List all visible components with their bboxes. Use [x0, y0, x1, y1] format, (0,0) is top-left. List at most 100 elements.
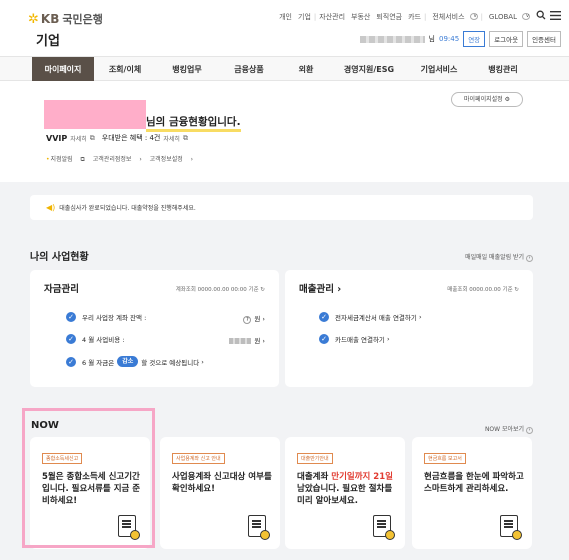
nav-products[interactable]: 금융상품: [218, 57, 280, 82]
help-icon: ?: [243, 316, 252, 324]
util-global[interactable]: GLOBAL v: [483, 13, 533, 21]
balance-unit: 원: [254, 315, 261, 323]
funds-meta-text: 계좌조회 0000.00.00 00:00 기준: [175, 287, 259, 293]
masked-username: [359, 35, 425, 43]
shortcut-label: 지점알림: [50, 156, 73, 163]
benefit-count: 우대받은 혜택 : 4건: [101, 134, 161, 142]
balance-label: 우리 사업장 계좌 잔액 :: [82, 314, 147, 322]
nav-mypage[interactable]: 마이페이지: [32, 57, 94, 82]
funds-card: 자금관리 계좌조회 0000.00.00 00:00 기준 ↻ ✓ 우리 사업장 …: [30, 270, 279, 387]
benefit-detail-link[interactable]: 자세히: [163, 134, 180, 143]
balance-amount[interactable]: ? 원 ›: [243, 313, 265, 324]
grade-badge: VVIP: [46, 133, 68, 143]
global-label: GLOBAL: [488, 12, 517, 21]
kb-logo[interactable]: ✲ KB 국민은행: [28, 11, 103, 27]
card-tag: 대출만기안내: [297, 453, 333, 464]
shortcut-branch-alert[interactable]: •지점알림 ⧉: [46, 156, 85, 163]
check-icon: ✓: [319, 334, 329, 344]
grade-detail-link[interactable]: 자세히: [70, 134, 87, 143]
sales-meta: 매출조회 0000.00.00 기준 ↻: [447, 285, 519, 293]
sales-alert-link[interactable]: 매일매일 매출알림 받기 ›: [465, 252, 533, 262]
now-card-loan-maturity[interactable]: 대출만기안내 대출계좌 만기일까지 21일 남았습니다. 필요한 절차를 미리 …: [285, 437, 405, 549]
nav-inquiry-transfer[interactable]: 조회/이체: [94, 57, 156, 82]
notice-banner[interactable]: ◀) 대출심사가 완료되었습니다. 대출약정을 진행해주세요.: [30, 195, 533, 220]
utility-links: 개인 기업 | 자산관리 부동산 퇴직연금 카드 | 전체서비스 v | GLOB…: [276, 10, 561, 23]
shortcut-links: •지점알림 ⧉ 고객관리점정보 › 고객정보설정 ›: [46, 154, 199, 164]
sales-card: 매출관리 › 매출조회 0000.00.00 기준 ↻ ✓ 전자세금계산서 매출 …: [285, 270, 533, 387]
tax-invoice-link-row[interactable]: ✓ 전자세금계산서 매출 연결하기 ›: [319, 312, 422, 322]
shortcut-profile-setting[interactable]: 고객정보설정 ›: [150, 156, 193, 163]
nav-forex[interactable]: 외환: [280, 57, 332, 82]
util-personal[interactable]: 개인: [276, 12, 295, 22]
search-icon[interactable]: [533, 10, 547, 23]
mypage-setting-button[interactable]: 마이페이지설정 ⚙: [451, 92, 523, 107]
site-subtitle: 기업: [36, 34, 60, 49]
chevron-down-icon: v: [469, 13, 478, 20]
nav-corp-service[interactable]: 기업서비스: [406, 57, 472, 82]
util-all-services[interactable]: 전체서비스 v: [426, 12, 480, 22]
cost-unit: 원: [254, 337, 261, 345]
forecast-suffix: 할 것으로 예상됩니다: [141, 358, 200, 367]
logout-button[interactable]: 로그아웃: [489, 31, 524, 47]
extend-session-button[interactable]: 연장: [463, 31, 486, 47]
search-badge: [512, 530, 522, 540]
now-card-cashflow[interactable]: 현금흐름 보고서 현금흐름을 한눈에 파악하고 스마트하게 관리하세요.: [412, 437, 532, 549]
cert-center-button[interactable]: 인증센터: [527, 31, 561, 47]
cost-row: ✓ 4 월 사업비용 :: [66, 334, 124, 344]
cost-label: 4 월 사업비용 :: [82, 336, 125, 344]
funds-title: 자금관리: [44, 284, 79, 295]
nav-management-esg[interactable]: 경영지원/ESG: [332, 57, 406, 82]
maturity-days: 만기일까지 21일: [331, 472, 393, 482]
util-card[interactable]: 카드: [405, 12, 424, 22]
util-wealth[interactable]: 자산관리: [316, 12, 348, 22]
dot-icon: •: [46, 156, 50, 163]
balance-row: ✓ 우리 사업장 계좌 잔액 :: [66, 312, 146, 322]
sales-title-label: 매출관리: [299, 284, 334, 295]
maturity-text-after: 남았습니다. 필요한 절차를 미리 알아보세요.: [297, 484, 393, 506]
sales-title[interactable]: 매출관리 ›: [299, 281, 341, 295]
top-header: ✲ KB 국민은행 기업 개인 기업 | 자산관리 부동산 퇴직연금 카드 | …: [0, 0, 569, 56]
menu-icon[interactable]: [547, 10, 561, 23]
refresh-icon[interactable]: ↻: [514, 287, 519, 293]
check-icon: ✓: [66, 356, 76, 367]
user-suffix: 님: [428, 35, 435, 43]
check-icon: ✓: [319, 312, 329, 322]
all-services-label: 전체서비스: [432, 12, 465, 21]
shortcut-label: 고객관리점정보: [92, 156, 132, 163]
logo-brand: KB: [40, 12, 60, 26]
redacted-company-name: [44, 100, 146, 129]
util-corporate[interactable]: 기업: [295, 12, 314, 22]
report-search-icon: [500, 515, 522, 540]
cost-amount[interactable]: 원 ›: [229, 335, 265, 345]
mypage-setting-label: 마이페이지설정: [464, 96, 503, 103]
refresh-icon[interactable]: ↻: [260, 287, 265, 293]
util-realestate[interactable]: 부동산: [348, 12, 373, 22]
card-text: 현금흐름을 한눈에 파악하고 스마트하게 관리하세요.: [424, 472, 524, 494]
business-section-title: 나의 사업현황: [30, 252, 89, 263]
card-text: 사업용계좌 신고대상 여부를 확인하세요!: [172, 472, 272, 494]
shortcut-branch-info[interactable]: 고객관리점정보 ›: [93, 156, 142, 163]
maturity-text-before: 대출계좌: [297, 472, 332, 482]
now-all-label: NOW 모아보기: [484, 426, 525, 433]
nav-banking-admin[interactable]: 뱅킹관리: [472, 57, 534, 82]
session-info: 님 09:45 연장 로그아웃 인증센터: [359, 31, 561, 47]
tax-document-icon: [248, 515, 270, 540]
masked-amount: [229, 338, 252, 344]
util-pension[interactable]: 퇴직연금: [373, 12, 405, 22]
kb-star-icon: ✲: [28, 11, 39, 27]
forecast-row[interactable]: ✓ 6 월 자금은 감소 할 것으로 예상됩니다 ›: [66, 356, 204, 367]
now-card-business-account[interactable]: 사업용계좌 신고 안내 사업용계좌 신고대상 여부를 확인하세요!: [160, 437, 280, 549]
nav-banking[interactable]: 뱅킹업무: [156, 57, 218, 82]
chevron-right-icon: ›: [526, 255, 533, 262]
card-sales-link-row[interactable]: ✓ 카드매출 연결하기 ›: [319, 334, 390, 344]
gear-icon: ⚙: [504, 96, 510, 103]
funds-meta: 계좌조회 0000.00.00 00:00 기준 ↻: [176, 285, 265, 293]
now-all-link[interactable]: NOW 모아보기 ›: [485, 424, 533, 434]
session-timer: 09:45: [439, 35, 460, 43]
shortcut-label: 고객정보설정: [149, 156, 183, 163]
greeting-title: 님의 금융현황입니다.: [146, 116, 241, 132]
check-icon: ✓: [66, 312, 76, 322]
chevron-down-icon: v: [522, 13, 530, 20]
tax-badge: [260, 530, 270, 540]
tax-invoice-label: 전자세금계산서 매출 연결하기: [335, 314, 417, 322]
